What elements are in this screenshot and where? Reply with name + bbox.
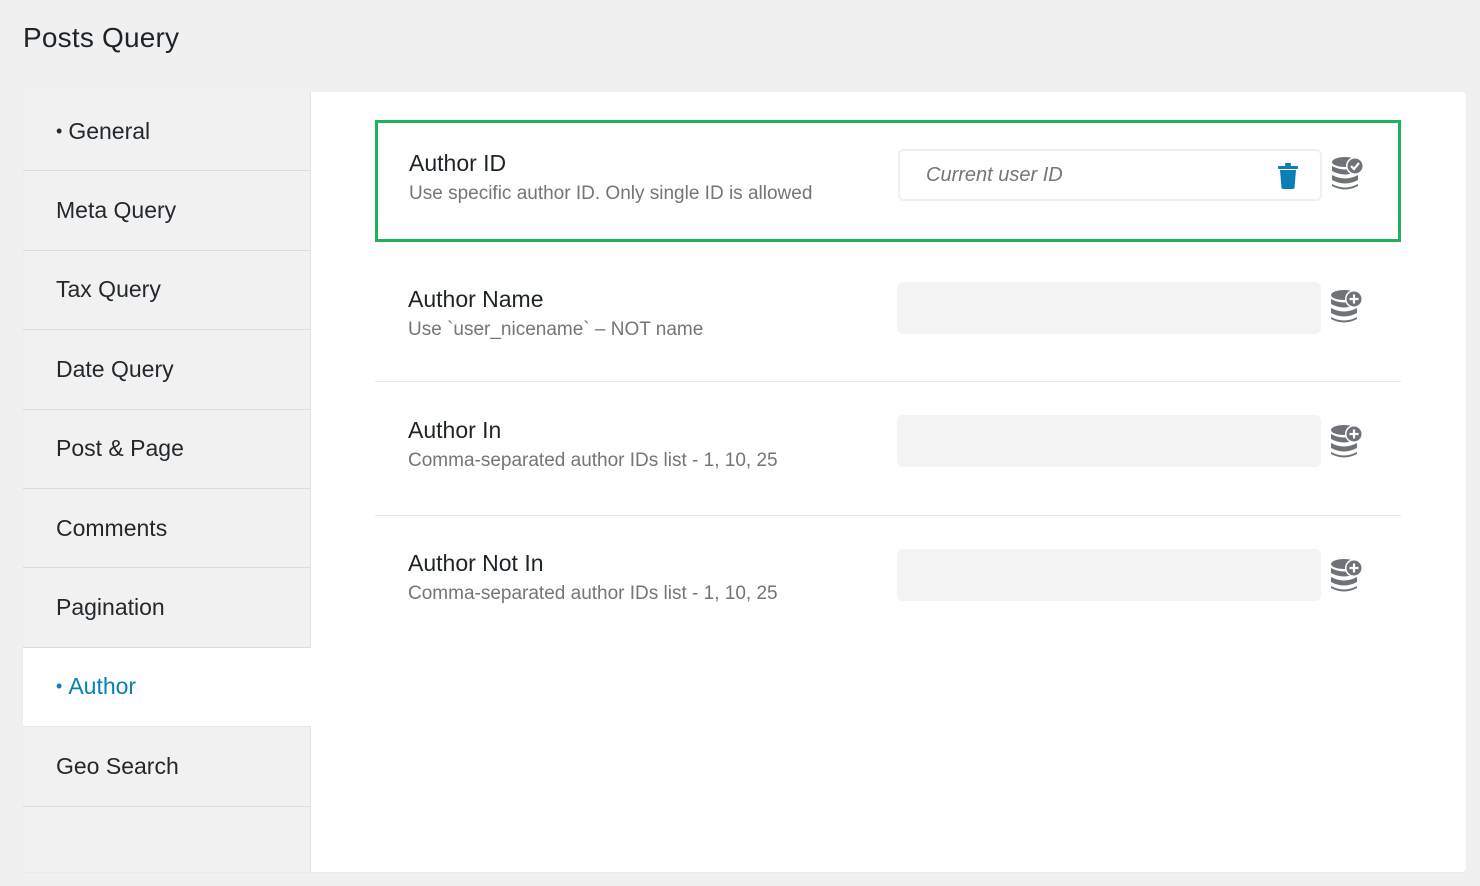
tab-meta-query[interactable]: Meta Query	[23, 171, 310, 251]
author-id-row: Author ID Use specific author ID. Only s…	[375, 120, 1401, 242]
tab-label: Comments	[56, 514, 168, 541]
author-name-title: Author Name	[408, 286, 544, 312]
settings-panel: • General Meta Query Tax Query Date Quer…	[23, 92, 1466, 872]
author-in-row: Author In Comma-separated author IDs lis…	[375, 382, 1401, 516]
author-id-description: Use specific author ID. Only single ID i…	[409, 183, 813, 204]
author-in-title: Author In	[408, 417, 502, 443]
author-id-value: Current user ID	[926, 164, 1063, 186]
tab-dot: •	[56, 676, 63, 697]
tab-date-query[interactable]: Date Query	[23, 330, 310, 410]
author-in-description: Comma-separated author IDs list - 1, 10,…	[408, 450, 778, 471]
tab-label: General	[68, 117, 151, 144]
author-in-input[interactable]	[897, 415, 1321, 467]
author-not-in-description: Comma-separated author IDs list - 1, 10,…	[408, 583, 778, 604]
database-plus-icon[interactable]	[1330, 422, 1364, 460]
author-id-input[interactable]: Current user ID	[898, 149, 1322, 201]
tab-post-page[interactable]: Post & Page	[23, 410, 310, 489]
trash-icon[interactable]	[1276, 162, 1300, 190]
author-id-title: Author ID	[409, 150, 507, 176]
tab-dot: •	[56, 120, 63, 141]
database-check-icon[interactable]	[1331, 154, 1365, 192]
tab-author[interactable]: • Author	[23, 647, 311, 728]
tab-pagination[interactable]: Pagination	[23, 568, 310, 648]
author-name-row: Author Name Use `user_nicename` – NOT na…	[375, 256, 1401, 382]
database-plus-icon[interactable]	[1330, 287, 1364, 325]
database-plus-icon[interactable]	[1330, 556, 1364, 594]
tab-comments[interactable]: Comments	[23, 489, 310, 569]
author-not-in-label-group: Author Not In Comma-separated author IDs…	[408, 550, 778, 605]
query-tabs-sidebar: • General Meta Query Tax Query Date Quer…	[23, 92, 311, 872]
tab-label: Geo Search	[56, 752, 179, 779]
author-name-description: Use `user_nicename` – NOT name	[408, 319, 704, 340]
author-name-label-group: Author Name Use `user_nicename` – NOT na…	[408, 286, 703, 341]
tab-label: Post & Page	[56, 435, 184, 462]
author-not-in-title: Author Not In	[408, 550, 544, 576]
author-name-input[interactable]	[897, 282, 1321, 334]
author-not-in-input[interactable]	[897, 549, 1321, 601]
tab-label: Pagination	[56, 594, 165, 621]
tab-label: Meta Query	[56, 197, 177, 224]
tab-geo-search[interactable]: Geo Search	[23, 727, 310, 807]
tab-label: Date Query	[56, 355, 174, 382]
author-settings: Author ID Use specific author ID. Only s…	[311, 92, 1466, 872]
author-in-label-group: Author In Comma-separated author IDs lis…	[408, 417, 778, 472]
tab-label: Tax Query	[56, 276, 161, 303]
author-id-label-group: Author ID Use specific author ID. Only s…	[409, 150, 812, 205]
tab-tax-query[interactable]: Tax Query	[23, 251, 310, 331]
author-not-in-row: Author Not In Comma-separated author IDs…	[375, 516, 1401, 646]
tab-general[interactable]: • General	[23, 92, 310, 172]
page-title: Posts Query	[23, 22, 180, 53]
tab-label: Author	[68, 673, 137, 700]
